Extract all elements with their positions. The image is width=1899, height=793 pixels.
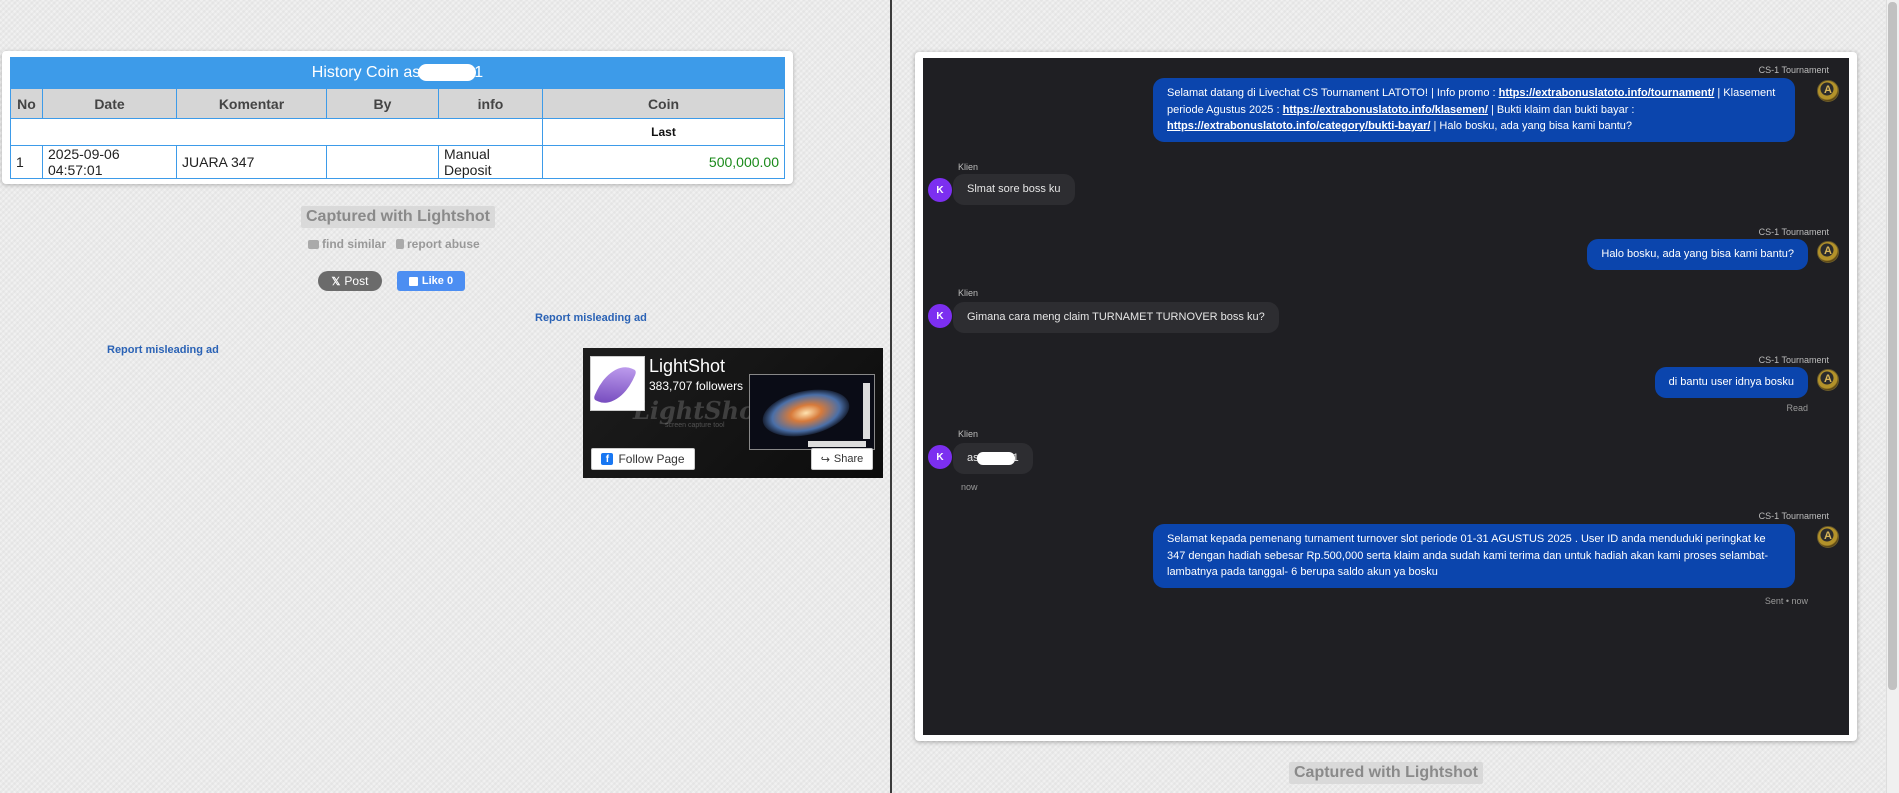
client-avatar: K xyxy=(928,304,952,328)
last-row-spacer xyxy=(10,118,543,146)
client-message-bubble: Slmat sore boss ku xyxy=(953,174,1075,205)
thumbs-up-icon xyxy=(408,276,418,286)
agent-avatar xyxy=(1817,80,1839,102)
report-misleading-ad-link[interactable]: Report misleading ad xyxy=(535,312,647,324)
report-abuse-label: report abuse xyxy=(407,237,480,251)
post-label: Post xyxy=(344,274,369,288)
agent-message-bubble: Selamat datang di Livechat CS Tournament… xyxy=(1153,78,1795,142)
agent-avatar xyxy=(1817,241,1839,263)
preview-toolbar xyxy=(863,383,870,439)
client-avatar: K xyxy=(928,178,952,202)
sender-label-agent: CS-1 Tournament xyxy=(1758,65,1829,75)
sender-label-client: Klien xyxy=(958,288,979,298)
cell-info: Manual Deposit xyxy=(438,145,543,179)
report-abuse-link[interactable]: report abuse xyxy=(396,237,480,251)
message-text: Selamat datang di Livechat CS Tournament… xyxy=(1167,87,1499,99)
message-text: 1 xyxy=(1012,452,1019,464)
lightshot-watermark: LightShot xyxy=(633,396,767,425)
lightshot-watermark-sub: screen capture tool xyxy=(665,422,725,429)
page-scrollbar[interactable] xyxy=(1886,0,1899,793)
sender-label-client: Klien xyxy=(958,162,979,172)
share-arrow-icon: ↪ xyxy=(820,453,830,466)
column-header-no: No xyxy=(10,88,43,119)
right-screenshot-pane: CS-1 Tournament Selamat datang di Livech… xyxy=(892,0,1899,793)
facebook-icon: f xyxy=(601,453,614,465)
cell-no: 1 xyxy=(10,145,43,179)
cell-date: 2025-09-06 04:57:01 xyxy=(42,145,177,179)
preview-bottom-bar xyxy=(808,441,866,447)
sender-label-client: Klien xyxy=(958,429,979,439)
x-logo-icon: 𝕏 xyxy=(331,275,341,288)
client-avatar: K xyxy=(928,445,952,469)
share-label: Share xyxy=(833,453,864,465)
trash-icon xyxy=(396,239,405,249)
left-screenshot-pane: History Coin as 1 No Date Komentar By inf… xyxy=(0,0,890,793)
message-text: Selamat kepada pemenang turnament turnov… xyxy=(1167,533,1769,578)
column-header-komentar: Komentar xyxy=(176,88,327,119)
history-title-suffix: 1 xyxy=(474,64,484,81)
message-text: Halo bosku, ada yang bisa kami bantu? xyxy=(1601,248,1794,260)
redacted-username xyxy=(418,64,477,82)
x-post-button[interactable]: 𝕏 Post xyxy=(318,271,382,291)
agent-avatar xyxy=(1817,526,1839,548)
agent-message-bubble: di bantu user idnya bosku xyxy=(1654,367,1808,398)
lightshot-links: find similar report abuse xyxy=(308,237,480,251)
report-misleading-ad-link[interactable]: Report misleading ad xyxy=(107,344,219,356)
cell-komentar: JUARA 347 xyxy=(176,145,327,179)
galaxy-preview-image xyxy=(749,374,875,450)
like-label: Like 0 xyxy=(421,275,454,287)
history-coin-table: History Coin as 1 No Date Komentar By inf… xyxy=(10,57,785,179)
sender-label-agent: CS-1 Tournament xyxy=(1758,511,1829,521)
follow-page-button[interactable]: f Follow Page xyxy=(591,448,695,470)
captured-with-lightshot-caption: Captured with Lightshot xyxy=(301,206,495,228)
redacted-user-id xyxy=(976,451,1015,465)
history-coin-card: History Coin as 1 No Date Komentar By inf… xyxy=(2,51,793,184)
column-header-by: By xyxy=(326,88,439,119)
follow-page-label: Follow Page xyxy=(618,452,685,466)
scrollbar-thumb[interactable] xyxy=(1888,2,1897,690)
message-text: | Halo bosku, ada yang bisa kami bantu? xyxy=(1430,120,1633,132)
history-title-prefix: History Coin as xyxy=(311,64,421,81)
sender-label-agent: CS-1 Tournament xyxy=(1758,355,1829,365)
agent-message-bubble: Selamat kepada pemenang turnament turnov… xyxy=(1153,524,1795,588)
agent-avatar xyxy=(1817,369,1839,391)
captured-with-lightshot-caption: Captured with Lightshot xyxy=(1289,762,1483,784)
message-text: Slmat sore boss ku xyxy=(967,183,1061,195)
cell-by xyxy=(326,145,439,179)
read-status: Read xyxy=(1786,403,1808,413)
table-row: 1 2025-09-06 04:57:01 JUARA 347 Manual D… xyxy=(10,145,785,179)
chat-screenshot-frame: CS-1 Tournament Selamat datang di Livech… xyxy=(915,52,1857,741)
history-title: History Coin as 1 xyxy=(10,57,785,89)
last-label: Last xyxy=(542,118,785,146)
message-text: | Bukti klaim dan bukti bayar : xyxy=(1487,103,1635,116)
camera-icon xyxy=(308,239,319,249)
sent-status: Sent • now xyxy=(1764,596,1808,606)
galaxy-image xyxy=(758,382,854,444)
cell-coin: 500,000.00 xyxy=(542,145,785,179)
message-time: now xyxy=(961,482,978,492)
feather-icon xyxy=(593,359,637,411)
facebook-page-widget: LightShot 383,707 followers LightShot sc… xyxy=(583,348,883,478)
facebook-like-button[interactable]: Like 0 xyxy=(397,271,465,291)
livechat-conversation: CS-1 Tournament Selamat datang di Livech… xyxy=(923,58,1849,735)
client-message-bubble: Gimana cara meng claim TURNAMET TURNOVER… xyxy=(953,302,1279,333)
fb-page-name[interactable]: LightShot xyxy=(649,356,725,377)
column-header-coin: Coin xyxy=(542,88,785,119)
column-header-date: Date xyxy=(42,88,177,119)
tournament-link[interactable]: https://extrabonuslatoto.info/tournament… xyxy=(1499,87,1715,99)
sender-label-agent: CS-1 Tournament xyxy=(1758,227,1829,237)
find-similar-label: find similar xyxy=(322,237,387,251)
message-text: Gimana cara meng claim TURNAMET TURNOVER… xyxy=(967,311,1265,323)
column-header-info: info xyxy=(438,88,543,119)
bukti-bayar-link[interactable]: https://extrabonuslatoto.info/category/b… xyxy=(1167,120,1430,132)
fb-followers-count: 383,707 followers xyxy=(649,379,744,393)
share-button[interactable]: ↪ Share xyxy=(811,448,873,470)
agent-message-bubble: Halo bosku, ada yang bisa kami bantu? xyxy=(1587,239,1808,270)
find-similar-link[interactable]: find similar xyxy=(308,237,386,251)
klasemen-link[interactable]: https://extrabonuslatoto.info/klasemen/ xyxy=(1283,104,1488,116)
client-message-bubble: as 1 xyxy=(953,443,1033,474)
message-text: di bantu user idnya bosku xyxy=(1668,376,1794,388)
